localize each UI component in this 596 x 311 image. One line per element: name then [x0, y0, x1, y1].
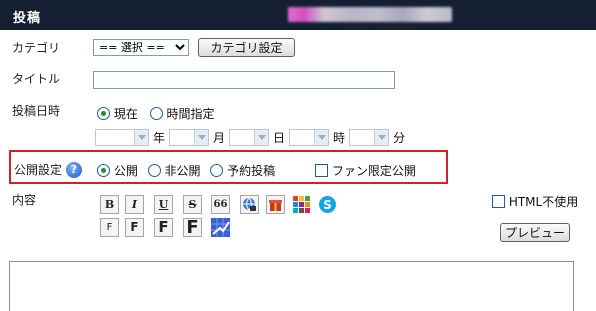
html-disable-checkbox[interactable]	[492, 195, 505, 208]
gift-icon	[269, 200, 282, 211]
scheduled-radio[interactable]	[210, 164, 224, 177]
month-unit: 月	[213, 131, 226, 145]
post-now-label: 現在	[113, 107, 138, 121]
minute-unit: 分	[393, 131, 406, 145]
bold-button[interactable]: B	[100, 195, 119, 214]
color-palette-icon	[293, 196, 310, 213]
gift-button[interactable]	[266, 195, 285, 214]
content-label: 内容	[12, 193, 37, 207]
year-unit: 年	[153, 131, 166, 145]
font-size-medium-button[interactable]: F	[125, 218, 144, 237]
date-time-selects: 年月日時分	[95, 129, 409, 146]
strikethrough-button[interactable]: S	[183, 195, 202, 214]
skype-button[interactable]: S	[318, 195, 337, 217]
post-now-radio[interactable]	[97, 107, 110, 120]
chevron-down-icon	[134, 130, 148, 145]
public-radio[interactable]	[97, 164, 110, 177]
visibility-label: 公開設定	[14, 163, 63, 177]
link-globe-icon	[243, 197, 256, 211]
visibility-row: 公開設定 ?	[14, 161, 82, 178]
skype-icon: S	[319, 196, 336, 213]
public-label: 公開	[113, 164, 138, 178]
html-disable-label: HTML不使用	[508, 195, 579, 209]
fan-only-option: ファン限定公開	[315, 162, 416, 179]
year-select[interactable]	[95, 129, 149, 146]
title-input[interactable]	[93, 71, 395, 89]
preview-button[interactable]: プレビュー	[500, 223, 570, 242]
svg-text:S: S	[323, 198, 332, 212]
chevron-down-icon	[194, 130, 209, 145]
post-scheduled-label: 時間指定	[166, 107, 215, 121]
underline-button[interactable]: U	[154, 195, 173, 214]
minute-select[interactable]	[349, 129, 390, 146]
link-button[interactable]	[240, 195, 259, 214]
content-textarea[interactable]	[9, 261, 574, 311]
chart-icon	[211, 218, 230, 237]
visibility-options: 公開 非公開 予約投稿	[97, 162, 275, 179]
blurred-username	[288, 7, 452, 22]
category-label: カテゴリ	[12, 41, 61, 55]
scheduled-label: 予約投稿	[227, 164, 276, 178]
chevron-down-icon	[374, 130, 389, 145]
font-size-xlarge-button[interactable]: F	[183, 218, 202, 237]
month-select[interactable]	[169, 129, 210, 146]
font-size-large-button[interactable]: F	[154, 218, 173, 237]
post-scheduled-radio[interactable]	[149, 107, 163, 120]
chevron-down-icon	[254, 130, 269, 145]
title-label: タイトル	[12, 72, 61, 86]
help-icon[interactable]: ?	[65, 161, 82, 178]
hour-unit: 時	[333, 131, 346, 145]
category-settings-button[interactable]: カテゴリ設定	[198, 38, 295, 57]
fan-only-label: ファン限定公開	[331, 164, 416, 178]
italic-button[interactable]: I	[125, 195, 144, 214]
day-unit: 日	[273, 131, 286, 145]
hour-select[interactable]	[289, 129, 330, 146]
day-select[interactable]	[229, 129, 270, 146]
private-radio[interactable]	[147, 164, 161, 177]
category-select[interactable]: == 選択 ==	[93, 39, 189, 56]
quote-button[interactable]: 66	[211, 195, 230, 214]
private-label: 非公開	[164, 164, 201, 178]
post-date-options: 現在 時間指定	[97, 105, 215, 122]
chart-button[interactable]	[211, 218, 230, 240]
fan-only-checkbox[interactable]	[315, 164, 328, 177]
post-date-label: 投稿日時	[12, 104, 61, 118]
html-disable-option: HTML不使用	[492, 193, 578, 210]
font-size-small-button[interactable]: F	[100, 218, 119, 237]
section-title: 投稿	[13, 11, 42, 26]
chevron-down-icon	[314, 130, 329, 145]
color-palette-button[interactable]	[292, 195, 311, 217]
